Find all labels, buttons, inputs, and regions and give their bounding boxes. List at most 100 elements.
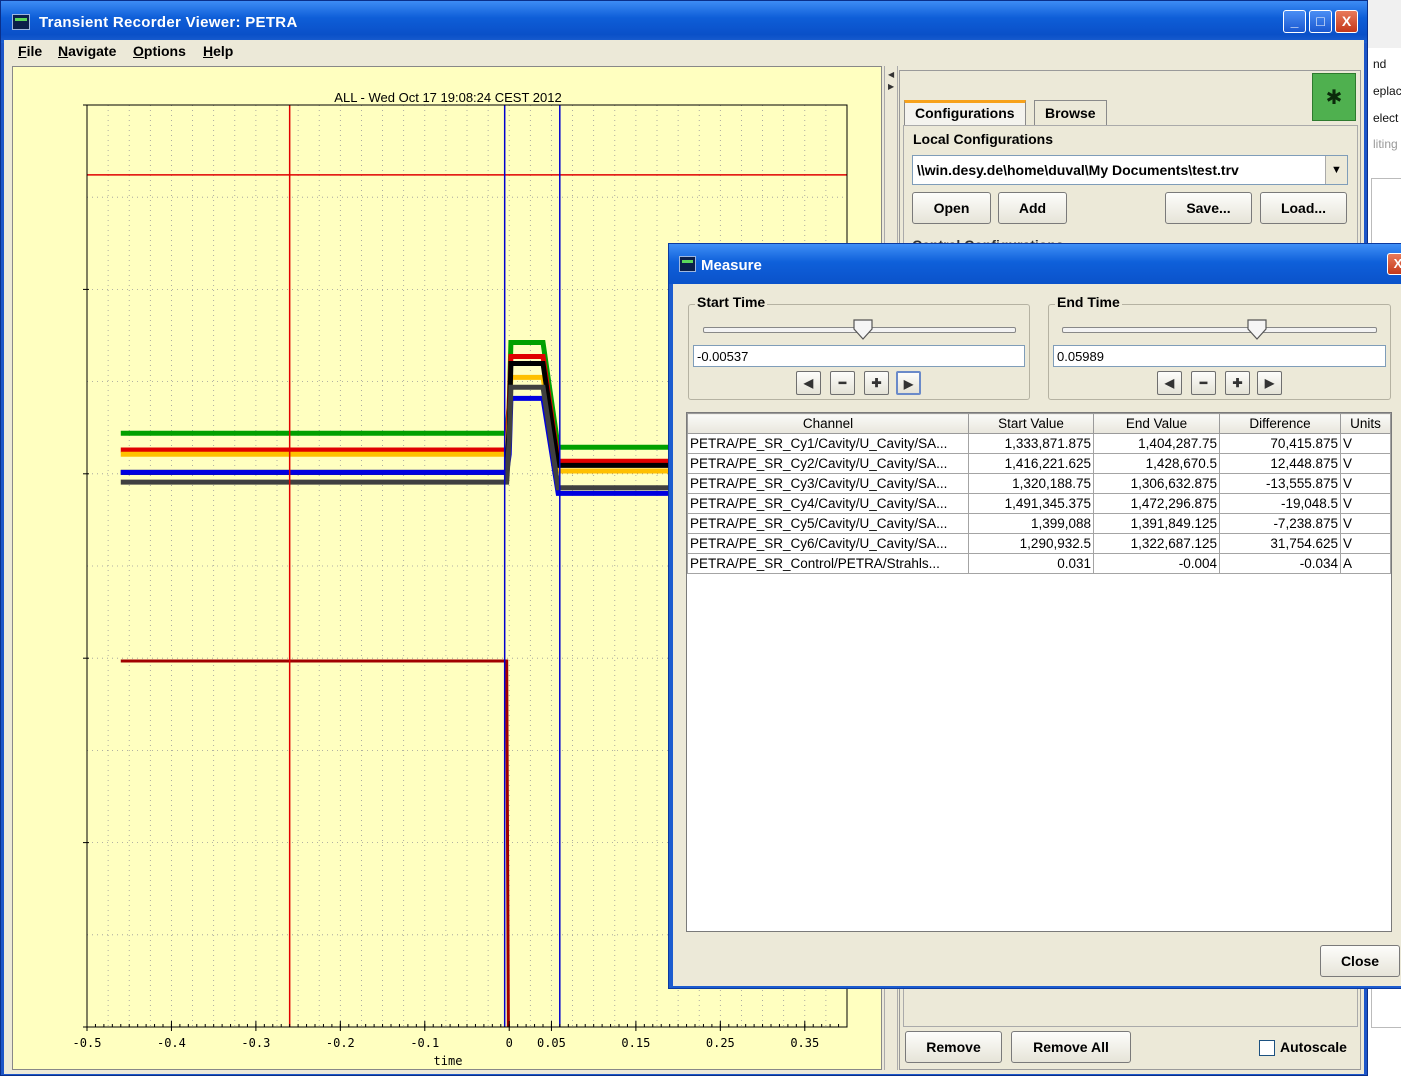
table-row[interactable]: PETRA/PE_SR_Control/PETRA/Strahls... 0.0… xyxy=(687,553,1391,574)
save-button[interactable]: Save... xyxy=(1165,192,1252,224)
end-time-field[interactable] xyxy=(1053,345,1386,367)
channel-list-area xyxy=(903,985,1358,1027)
background-text: elect xyxy=(1373,111,1399,125)
background-window-toolbar xyxy=(1367,0,1401,48)
start-value-cell: 1,320,188.75 xyxy=(968,473,1094,494)
x-tick-label: 0.15 xyxy=(621,1036,650,1050)
start-slider-thumb[interactable] xyxy=(853,319,875,341)
expand-right-icon[interactable]: ▶ xyxy=(888,82,894,91)
table-header-row: Channel Start Value End Value Difference… xyxy=(687,413,1391,434)
difference-cell: -19,048.5 xyxy=(1219,493,1341,514)
chevron-down-icon[interactable]: ▼ xyxy=(1325,156,1347,184)
column-header-units[interactable]: Units xyxy=(1340,413,1391,434)
tab-configurations[interactable]: Configurations xyxy=(904,100,1026,126)
channel-cell: PETRA/PE_SR_Cy5/Cavity/U_Cavity/SA... xyxy=(687,513,969,534)
channel-cell: PETRA/PE_SR_Cy6/Cavity/U_Cavity/SA... xyxy=(687,533,969,554)
units-cell: V xyxy=(1340,473,1391,494)
end-value-cell: 1,428,670.5 xyxy=(1093,453,1220,474)
menu-help[interactable]: Help xyxy=(203,43,233,59)
end-minus-icon[interactable]: ━ xyxy=(1191,371,1216,395)
end-time-slider[interactable] xyxy=(1062,327,1377,333)
units-cell: V xyxy=(1340,433,1391,454)
end-plus-icon[interactable]: ✚ xyxy=(1225,371,1250,395)
menu-options[interactable]: Options xyxy=(133,43,186,59)
table-row[interactable]: PETRA/PE_SR_Cy3/Cavity/U_Cavity/SA... 1,… xyxy=(687,473,1391,494)
end-step-forward-icon[interactable]: ▶ xyxy=(1257,371,1282,395)
start-step-forward-icon[interactable]: ▶ xyxy=(896,371,921,395)
spider-logo-icon: ✱ xyxy=(1312,73,1356,121)
series-line xyxy=(120,659,510,1028)
end-value-cell: 1,306,632.875 xyxy=(1093,473,1220,494)
autoscale-checkbox[interactable] xyxy=(1259,1040,1275,1056)
load-button[interactable]: Load... xyxy=(1260,192,1347,224)
measure-title-bar[interactable]: Measure X xyxy=(669,244,1401,284)
column-header-start-value[interactable]: Start Value xyxy=(968,413,1094,434)
remove-all-button[interactable]: Remove All xyxy=(1011,1031,1131,1063)
start-time-field[interactable] xyxy=(693,345,1025,367)
minimize-button[interactable]: _ xyxy=(1283,10,1306,33)
close-button[interactable]: X xyxy=(1335,10,1358,33)
x-tick-label: -0.4 xyxy=(157,1036,186,1050)
series-line xyxy=(120,339,679,450)
close-dialog-button[interactable]: Close xyxy=(1320,945,1400,977)
start-step-back-icon[interactable]: ◀ xyxy=(796,371,821,395)
title-bar[interactable]: Transient Recorder Viewer: PETRA _ □ X xyxy=(1,1,1367,43)
autoscale-label: Autoscale xyxy=(1280,1039,1347,1055)
start-value-cell: 1,399,088 xyxy=(968,513,1094,534)
measurement-table[interactable]: Channel Start Value End Value Difference… xyxy=(687,413,1391,574)
dialog-close-icon[interactable]: X xyxy=(1387,253,1401,275)
x-tick-label: -0.1 xyxy=(410,1036,439,1050)
table-row[interactable]: PETRA/PE_SR_Cy6/Cavity/U_Cavity/SA... 1,… xyxy=(687,533,1391,554)
difference-cell: 70,415.875 xyxy=(1219,433,1341,454)
remove-button[interactable]: Remove xyxy=(905,1031,1002,1063)
table-row[interactable]: PETRA/PE_SR_Cy2/Cavity/U_Cavity/SA... 1,… xyxy=(687,453,1391,474)
units-cell: V xyxy=(1340,513,1391,534)
channel-cell: PETRA/PE_SR_Control/PETRA/Strahls... xyxy=(687,553,969,574)
start-value-cell: 0.031 xyxy=(968,553,1094,574)
window-title: Transient Recorder Viewer: PETRA xyxy=(39,14,298,31)
difference-cell: -7,238.875 xyxy=(1219,513,1341,534)
background-text: liting xyxy=(1373,137,1398,151)
units-cell: V xyxy=(1340,533,1391,554)
x-tick-label: -0.2 xyxy=(326,1036,355,1050)
configuration-path-value: \\win.desy.de\home\duval\My Documents\te… xyxy=(917,162,1239,178)
x-tick-label: -0.5 xyxy=(73,1036,102,1050)
tab-browse[interactable]: Browse xyxy=(1034,100,1107,126)
start-plus-icon[interactable]: ✚ xyxy=(864,371,889,395)
channel-cell: PETRA/PE_SR_Cy1/Cavity/U_Cavity/SA... xyxy=(687,433,969,454)
start-minus-icon[interactable]: ━ xyxy=(830,371,855,395)
add-button[interactable]: Add xyxy=(998,192,1067,224)
configuration-path-combo[interactable]: \\win.desy.de\home\duval\My Documents\te… xyxy=(912,155,1348,185)
column-header-difference[interactable]: Difference xyxy=(1219,413,1341,434)
series-line xyxy=(120,374,679,474)
maximize-button[interactable]: □ xyxy=(1309,10,1332,33)
end-slider-thumb[interactable] xyxy=(1247,319,1269,341)
table-row[interactable]: PETRA/PE_SR_Cy5/Cavity/U_Cavity/SA... 1,… xyxy=(687,513,1391,534)
measure-title: Measure xyxy=(701,257,762,274)
column-header-end-value[interactable]: End Value xyxy=(1093,413,1220,434)
x-tick-label: 0.25 xyxy=(706,1036,735,1050)
x-tick-label: 0.35 xyxy=(790,1036,819,1050)
channel-cell: PETRA/PE_SR_Cy2/Cavity/U_Cavity/SA... xyxy=(687,453,969,474)
end-value-cell: 1,391,849.125 xyxy=(1093,513,1220,534)
difference-cell: 12,448.875 xyxy=(1219,453,1341,474)
channel-cell: PETRA/PE_SR_Cy4/Cavity/U_Cavity/SA... xyxy=(687,493,969,514)
end-value-cell: 1,472,296.875 xyxy=(1093,493,1220,514)
measurement-table-container: Channel Start Value End Value Difference… xyxy=(686,412,1392,932)
end-step-back-icon[interactable]: ◀ xyxy=(1157,371,1182,395)
channel-cell: PETRA/PE_SR_Cy3/Cavity/U_Cavity/SA... xyxy=(687,473,969,494)
collapse-left-icon[interactable]: ◀ xyxy=(888,70,894,79)
menu-navigate[interactable]: Navigate xyxy=(58,43,116,59)
difference-cell: -0.034 xyxy=(1219,553,1341,574)
menu-file[interactable]: File xyxy=(18,43,42,59)
table-row[interactable]: PETRA/PE_SR_Cy1/Cavity/U_Cavity/SA... 1,… xyxy=(687,433,1391,454)
app-icon xyxy=(12,14,30,30)
table-row[interactable]: PETRA/PE_SR_Cy4/Cavity/U_Cavity/SA... 1,… xyxy=(687,493,1391,514)
start-value-cell: 1,333,871.875 xyxy=(968,433,1094,454)
difference-cell: -13,555.875 xyxy=(1219,473,1341,494)
x-tick-label: -0.3 xyxy=(241,1036,270,1050)
end-time-label: End Time xyxy=(1055,294,1122,310)
column-header-channel[interactable]: Channel xyxy=(687,413,969,434)
start-value-cell: 1,290,932.5 xyxy=(968,533,1094,554)
open-button[interactable]: Open xyxy=(912,192,991,224)
